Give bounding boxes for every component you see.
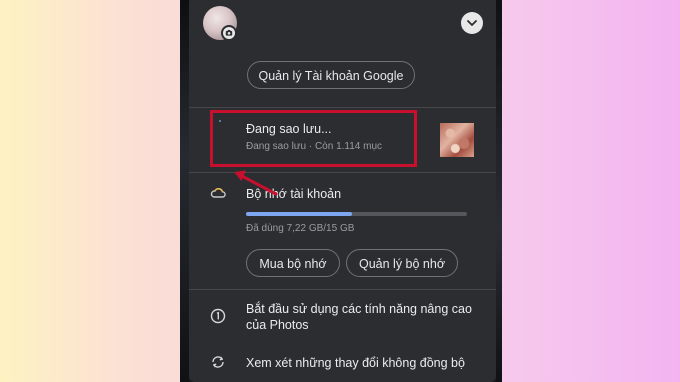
menu-item-sync-review[interactable]: Xem xét những thay đổi không đồng bộ bbox=[246, 356, 465, 370]
chevron-down-icon bbox=[467, 20, 477, 26]
sync-icon bbox=[210, 354, 226, 375]
divider bbox=[189, 107, 496, 108]
red-arrow bbox=[234, 170, 278, 196]
menu-item-advanced-features[interactable]: Bắt đầu sử dụng các tính năng nâng cao c… bbox=[246, 301, 486, 333]
manage-storage-button[interactable]: Quản lý bộ nhớ bbox=[346, 249, 458, 277]
info-icon bbox=[210, 308, 226, 329]
buy-storage-button[interactable]: Mua bộ nhớ bbox=[246, 249, 340, 277]
camera-icon[interactable] bbox=[221, 25, 237, 41]
manage-google-account-button[interactable]: Quản lý Tài khoản Google bbox=[247, 61, 415, 89]
background-edge-right bbox=[496, 0, 502, 382]
storage-progress-bar bbox=[246, 212, 467, 216]
annotation-highlight-box bbox=[210, 110, 417, 167]
background-edge-left bbox=[180, 0, 189, 382]
storage-progress-fill bbox=[246, 212, 353, 216]
backup-thumbnail[interactable] bbox=[440, 123, 474, 157]
storage-used-label: Đã dùng 7,22 GB/15 GB bbox=[246, 223, 355, 234]
collapse-button[interactable] bbox=[461, 12, 483, 34]
divider bbox=[189, 289, 496, 290]
